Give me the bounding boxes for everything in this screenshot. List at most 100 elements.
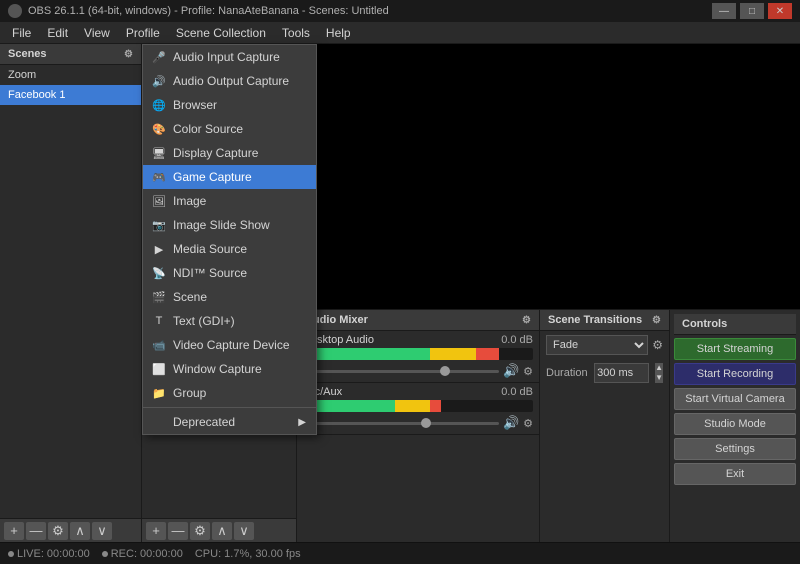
menu-view[interactable]: View — [76, 24, 118, 42]
down-scene-button[interactable]: ∨ — [92, 522, 112, 540]
rec-time: 00:00:00 — [140, 548, 183, 560]
window-controls: — □ ✕ — [712, 3, 792, 19]
add-source-button[interactable]: + — [146, 522, 166, 540]
close-button[interactable]: ✕ — [768, 3, 792, 19]
ctx-image-slide-show[interactable]: 📷 Image Slide Show — [143, 213, 316, 237]
audio-meter-desktop — [303, 348, 533, 360]
ctx-media-source[interactable]: ▶ Media Source — [143, 237, 316, 261]
mic-settings-icon[interactable]: ⚙ — [523, 417, 533, 430]
audio-track-mic-db: 0.0 dB — [501, 386, 533, 398]
ctx-browser[interactable]: 🌐 Browser — [143, 93, 316, 117]
controls-panel: Controls Start Streaming Start Recording… — [670, 310, 800, 542]
fps-label: 30.00 fps — [255, 548, 300, 560]
window-capture-icon: ⬜ — [151, 363, 167, 376]
up-source-button[interactable]: ∧ — [212, 522, 232, 540]
settings-button[interactable]: Settings — [674, 438, 796, 460]
media-source-icon: ▶ — [151, 243, 167, 256]
remove-source-button[interactable]: — — [168, 522, 188, 540]
text-gdi-icon: T — [151, 315, 167, 327]
up-scene-button[interactable]: ∧ — [70, 522, 90, 540]
image-slideshow-icon: 📷 — [151, 219, 167, 232]
live-label: LIVE: — [17, 548, 44, 560]
browser-icon: 🌐 — [151, 99, 167, 112]
audio-mixer-config-icon[interactable]: ⚙ — [522, 315, 531, 326]
scene-transitions-panel: Scene Transitions ⚙ Fade Cut Swipe Slide… — [540, 310, 670, 542]
scene-item-facebook[interactable]: Facebook 1 — [0, 85, 141, 105]
live-time: 00:00:00 — [47, 548, 90, 560]
add-scene-button[interactable]: + — [4, 522, 24, 540]
scenes-config-icon[interactable]: ⚙ — [124, 49, 133, 60]
remove-scene-button[interactable]: — — [26, 522, 46, 540]
sources-toolbar: + — ⚙ ∧ ∨ — [142, 518, 296, 542]
duration-label: Duration — [546, 367, 590, 379]
desktop-mute-icon[interactable]: 🔊 — [503, 363, 519, 379]
down-source-button[interactable]: ∨ — [234, 522, 254, 540]
transition-type-row: Fade Cut Swipe Slide ⚙ — [540, 331, 669, 359]
ctx-group[interactable]: 📁 Group — [143, 381, 316, 405]
audio-meter-mic — [303, 400, 533, 412]
audio-track-mic: Mic/Aux 0.0 dB 🔊 — [297, 383, 539, 435]
audio-mixer-panel: Audio Mixer ⚙ Desktop Audio 0.0 dB — [297, 310, 540, 542]
ctx-scene[interactable]: 🎬 Scene — [143, 285, 316, 309]
ctx-color-source[interactable]: 🎨 Color Source — [143, 117, 316, 141]
minimize-button[interactable]: — — [712, 3, 736, 19]
display-capture-icon: 🖥 — [151, 147, 167, 160]
live-dot — [8, 551, 14, 557]
scenes-toolbar: + — ⚙ ∧ ∨ — [0, 518, 141, 542]
status-bar: LIVE: 00:00:00 REC: 00:00:00 CPU: 1.7%, … — [0, 542, 800, 564]
start-virtual-camera-button[interactable]: Start Virtual Camera — [674, 388, 796, 410]
ctx-divider — [143, 407, 316, 408]
desktop-settings-icon[interactable]: ⚙ — [523, 365, 533, 378]
maximize-button[interactable]: □ — [740, 3, 764, 19]
menu-scene-collection[interactable]: Scene Collection — [168, 24, 274, 42]
transition-duration-row: Duration ▲ ▼ — [540, 359, 669, 387]
config-scene-button[interactable]: ⚙ — [48, 522, 68, 540]
ctx-game-capture[interactable]: 🎮 Game Capture — [143, 165, 316, 189]
transitions-config-icon[interactable]: ⚙ — [652, 315, 661, 326]
menu-file[interactable]: File — [4, 24, 39, 42]
ctx-display-capture[interactable]: 🖥 Display Capture — [143, 141, 316, 165]
ctx-ndi-source[interactable]: 📡 NDI™ Source — [143, 261, 316, 285]
ctx-window-capture[interactable]: ⬜ Window Capture — [143, 357, 316, 381]
duration-up-button[interactable]: ▲ — [655, 363, 663, 373]
color-source-icon: 🎨 — [151, 123, 167, 136]
audio-mixer-header: Audio Mixer ⚙ — [297, 310, 539, 331]
menu-help[interactable]: Help — [318, 24, 359, 42]
mic-mute-icon[interactable]: 🔊 — [503, 415, 519, 431]
desktop-volume-slider[interactable] — [303, 370, 499, 373]
menu-tools[interactable]: Tools — [274, 24, 318, 42]
ctx-text-gdi[interactable]: T Text (GDI+) — [143, 309, 316, 333]
status-rec: REC: 00:00:00 — [102, 548, 183, 560]
video-capture-icon: 📹 — [151, 339, 167, 352]
menu-profile[interactable]: Profile — [118, 24, 168, 42]
transitions-panel-header: Scene Transitions ⚙ — [540, 310, 669, 331]
status-live: LIVE: 00:00:00 — [8, 548, 90, 560]
duration-input[interactable] — [594, 363, 649, 383]
ctx-deprecated[interactable]: Deprecated ▶ — [143, 410, 316, 434]
exit-button[interactable]: Exit — [674, 463, 796, 485]
cpu-label: CPU: 1.7%, — [195, 548, 252, 560]
image-icon: 🖼 — [151, 195, 167, 208]
audio-track-desktop-db: 0.0 dB — [501, 334, 533, 346]
ctx-image[interactable]: 🖼 Image — [143, 189, 316, 213]
studio-mode-button[interactable]: Studio Mode — [674, 413, 796, 435]
mic-volume-slider[interactable] — [303, 422, 499, 425]
start-recording-button[interactable]: Start Recording — [674, 363, 796, 385]
rec-dot — [102, 551, 108, 557]
duration-down-button[interactable]: ▼ — [655, 373, 663, 383]
deprecated-arrow-icon: ▶ — [298, 417, 306, 428]
config-source-button[interactable]: ⚙ — [190, 522, 210, 540]
start-streaming-button[interactable]: Start Streaming — [674, 338, 796, 360]
ctx-video-capture[interactable]: 📹 Video Capture Device — [143, 333, 316, 357]
ctx-audio-input[interactable]: 🎤 Audio Input Capture — [143, 45, 316, 69]
scene-item-zoom[interactable]: Zoom — [0, 65, 141, 85]
scene-icon: 🎬 — [151, 291, 167, 304]
ctx-audio-output[interactable]: 🔊 Audio Output Capture — [143, 69, 316, 93]
ndi-source-icon: 📡 — [151, 267, 167, 280]
menu-bar: File Edit View Profile Scene Collection … — [0, 22, 800, 44]
transition-type-select[interactable]: Fade Cut Swipe Slide — [546, 335, 648, 355]
menu-edit[interactable]: Edit — [39, 24, 76, 42]
context-menu: 🎤 Audio Input Capture 🔊 Audio Output Cap… — [142, 44, 317, 435]
transition-type-gear-icon[interactable]: ⚙ — [652, 338, 663, 352]
window-title: OBS 26.1.1 (64-bit, windows) - Profile: … — [28, 5, 712, 17]
